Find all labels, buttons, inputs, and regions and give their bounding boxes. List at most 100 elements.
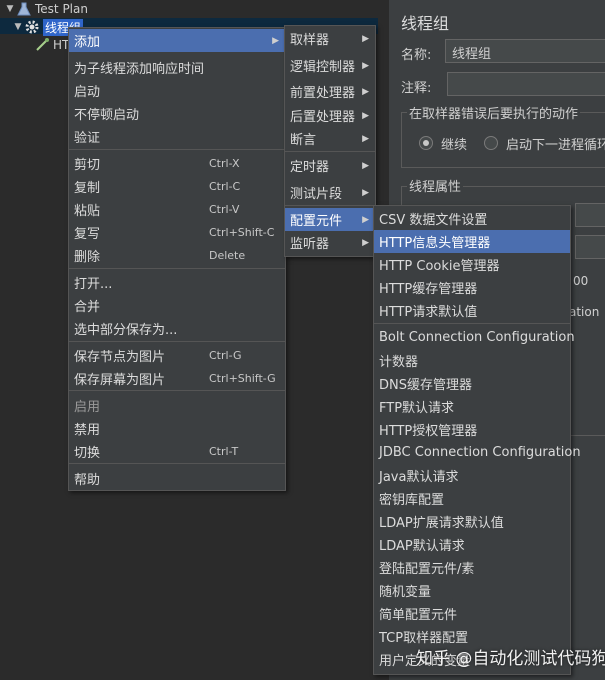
menu-item-逻辑控制器[interactable]: 逻辑控制器 ▶	[285, 54, 375, 77]
menu-item-label: 添加	[74, 35, 101, 50]
menu-separator	[69, 390, 285, 391]
menu-item-label: 不停顿启动	[74, 108, 140, 123]
menu-item-label: 复制	[74, 181, 101, 196]
menu-item-label: 验证	[74, 131, 101, 146]
threads-count-field[interactable]	[575, 203, 605, 227]
menu-item-取样器[interactable]: 取样器 ▶	[285, 27, 375, 50]
menu-item-打开[interactable]: 打开...	[69, 271, 285, 294]
menu-item-选中部分保存为[interactable]: 选中部分保存为...	[69, 317, 285, 340]
menu-item-shortcut: Ctrl-X	[209, 157, 240, 170]
menu-item-dns缓存管理器[interactable]: DNS缓存管理器	[374, 372, 570, 395]
menu-item-shortcut: Ctrl-C	[209, 180, 241, 193]
menu-item-label: 定时器	[290, 160, 330, 175]
menu-item-http授权管理器[interactable]: HTTP授权管理器	[374, 418, 570, 441]
expand-arrow-icon[interactable]: ▼	[4, 4, 16, 14]
menu-item-启用[interactable]: 启用	[69, 394, 285, 417]
menu-item-label: 复写	[74, 227, 101, 242]
menu-item-shortcut: Delete	[209, 249, 246, 262]
menu-separator	[374, 323, 570, 324]
menu-item-后置处理器[interactable]: 后置处理器 ▶	[285, 104, 375, 127]
menu-separator	[69, 463, 285, 464]
menu-item-帮助[interactable]: 帮助	[69, 467, 285, 490]
menu-item-验证[interactable]: 验证	[69, 125, 285, 148]
submenu-arrow-icon: ▶	[362, 187, 369, 198]
menu-item-登陆配置元件-素[interactable]: 登陆配置元件/素	[374, 556, 570, 579]
menu-item-bolt-connection-configuration[interactable]: Bolt Connection Configuration	[374, 326, 575, 349]
expand-arrow-icon[interactable]: ▼	[12, 22, 24, 32]
menu-item-随机变量[interactable]: 随机变量	[374, 579, 570, 602]
submenu-arrow-icon: ▶	[362, 214, 369, 225]
menu-item-断言[interactable]: 断言 ▶	[285, 127, 375, 150]
menu-item-label: 后置处理器	[290, 110, 356, 125]
menu-item-保存屏幕为图片[interactable]: 保存屏幕为图片 Ctrl+Shift-G	[69, 367, 285, 390]
menu-item-切换[interactable]: 切换 Ctrl-T	[69, 440, 285, 463]
menu-item-label: 禁用	[74, 423, 101, 438]
menu-item-label: 删除	[74, 250, 101, 265]
menu-item-定时器[interactable]: 定时器 ▶	[285, 154, 375, 177]
menu-item-计数器[interactable]: 计数器	[374, 349, 570, 372]
menu-item-粘贴[interactable]: 粘贴 Ctrl-V	[69, 198, 285, 221]
menu-item-剪切[interactable]: 剪切 Ctrl-X	[69, 152, 285, 175]
menu-separator	[69, 149, 285, 150]
submenu-arrow-icon: ▶	[362, 133, 369, 144]
tree-label-test-plan: Test Plan	[35, 2, 88, 16]
submenu-arrow-icon: ▶	[362, 86, 369, 97]
menu-item-label: 启用	[74, 400, 101, 415]
menu-item-label: Java默认请求	[379, 470, 459, 485]
menu-item-label: 合并	[74, 300, 101, 315]
menu-item-label: 打开...	[74, 277, 113, 292]
menu-item-为子线程添加响应时间[interactable]: 为子线程添加响应时间	[69, 56, 285, 79]
gear-icon	[24, 19, 40, 35]
menu-item-测试片段[interactable]: 测试片段 ▶	[285, 181, 375, 204]
menu-item-密钥库配置[interactable]: 密钥库配置	[374, 487, 570, 510]
menu-item-添加[interactable]: 添加 ▶	[69, 29, 285, 52]
submenu-arrow-icon: ▶	[362, 33, 369, 44]
menu-item-http-cookie管理器[interactable]: HTTP Cookie管理器	[374, 253, 570, 276]
menu-item-http请求默认值[interactable]: HTTP请求默认值	[374, 299, 570, 322]
tree-node-test-plan[interactable]: ▼ Test Plan	[4, 0, 88, 18]
next-loop-radio[interactable]	[484, 136, 498, 150]
menu-item-配置元件[interactable]: 配置元件 ▶	[285, 208, 375, 231]
menu-item-删除[interactable]: 删除 Delete	[69, 244, 285, 267]
menu-item-label: 测试片段	[290, 187, 343, 202]
menu-item-保存节点为图片[interactable]: 保存节点为图片 Ctrl-G	[69, 344, 285, 367]
menu-item-label: LDAP默认请求	[379, 539, 465, 554]
menu-item-label: HTTP Cookie管理器	[379, 259, 500, 274]
menu-item-label: HTTP授权管理器	[379, 424, 478, 439]
menu-item-复写[interactable]: 复写 Ctrl+Shift-C	[69, 221, 285, 244]
comment-field[interactable]	[447, 72, 605, 96]
menu-item-csv-数据文件设置[interactable]: CSV 数据文件设置	[374, 207, 570, 230]
menu-item-http信息头管理器[interactable]: HTTP信息头管理器	[374, 230, 570, 253]
menu-item-不停顿启动[interactable]: 不停顿启动	[69, 102, 285, 125]
menu-item-合并[interactable]: 合并	[69, 294, 285, 317]
menu-item-ldap扩展请求默认值[interactable]: LDAP扩展请求默认值	[374, 510, 570, 533]
menu-item-java默认请求[interactable]: Java默认请求	[374, 464, 570, 487]
menu-item-label: DNS缓存管理器	[379, 378, 472, 393]
menu-separator	[285, 205, 375, 206]
menu-item-http缓存管理器[interactable]: HTTP缓存管理器	[374, 276, 570, 299]
menu-item-label: HTTP信息头管理器	[379, 236, 491, 251]
menu-separator	[285, 151, 375, 152]
duration-fragment: ation	[569, 305, 600, 319]
menu-item-ldap默认请求[interactable]: LDAP默认请求	[374, 533, 570, 556]
menu-item-复制[interactable]: 复制 Ctrl-C	[69, 175, 285, 198]
ramp-up-field[interactable]	[575, 235, 605, 259]
name-field[interactable]: 线程组	[445, 39, 605, 63]
menu-item-shortcut: Ctrl-G	[209, 349, 242, 362]
menu-item-ftp默认请求[interactable]: FTP默认请求	[374, 395, 570, 418]
menu-item-禁用[interactable]: 禁用	[69, 417, 285, 440]
submenu-arrow-icon: ▶	[362, 160, 369, 171]
tree-node-http[interactable]: HT	[34, 36, 69, 54]
menu-item-简单配置元件[interactable]: 简单配置元件	[374, 602, 570, 625]
menu-item-监听器[interactable]: 监听器 ▶	[285, 231, 375, 254]
continue-radio[interactable]	[419, 136, 433, 150]
menu-item-前置处理器[interactable]: 前置处理器 ▶	[285, 80, 375, 103]
menu-item-label: 保存节点为图片	[74, 350, 166, 365]
menu-item-jdbc-connection-configuration[interactable]: JDBC Connection Configuration	[374, 441, 581, 464]
submenu-arrow-icon: ▶	[362, 60, 369, 71]
loop-count-fragment: 00	[573, 274, 589, 288]
config-element-submenu: CSV 数据文件设置 HTTP信息头管理器 HTTP Cookie管理器 HTTP缓存…	[373, 205, 581, 675]
menu-item-启动[interactable]: 启动	[69, 79, 285, 102]
menu-item-label: 启动	[74, 85, 101, 100]
menu-item-label: 帮助	[74, 473, 101, 488]
